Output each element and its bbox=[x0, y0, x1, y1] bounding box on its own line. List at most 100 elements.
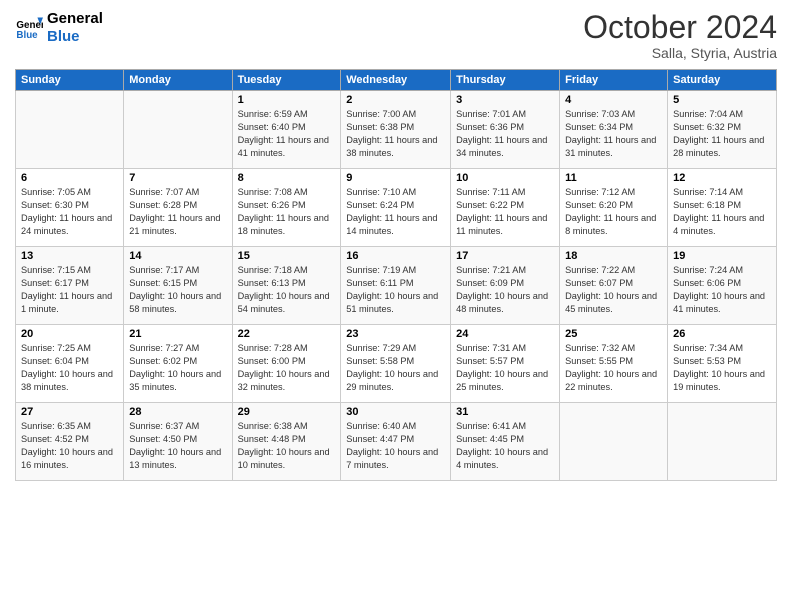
logo-blue: Blue bbox=[47, 28, 103, 46]
day-number: 16 bbox=[346, 250, 445, 262]
day-info: Sunrise: 7:19 AM Sunset: 6:11 PM Dayligh… bbox=[346, 264, 445, 316]
day-info: Sunrise: 7:28 AM Sunset: 6:00 PM Dayligh… bbox=[238, 342, 336, 394]
day-number: 12 bbox=[673, 172, 771, 184]
calendar-cell: 31Sunrise: 6:41 AM Sunset: 4:45 PM Dayli… bbox=[451, 403, 560, 481]
calendar-cell: 12 Sunrise: 7:14 AM Sunset: 6:18 PM Dayli… bbox=[668, 169, 777, 247]
day-number: 10 bbox=[456, 172, 554, 184]
day-number: 26 bbox=[673, 328, 771, 340]
day-number: 13 bbox=[21, 250, 118, 262]
day-info: Sunrise: 7:24 AM Sunset: 6:06 PM Dayligh… bbox=[673, 264, 771, 316]
day-number: 2 bbox=[346, 94, 445, 106]
calendar-cell: 21 Sunrise: 7:27 AM Sunset: 6:02 PM Dayli… bbox=[124, 325, 232, 403]
calendar-cell: 25 Sunrise: 7:32 AM Sunset: 5:55 PM Dayli… bbox=[560, 325, 668, 403]
day-info: Sunrise: 7:11 AM Sunset: 6:22 PM Dayligh… bbox=[456, 186, 554, 238]
calendar-cell bbox=[124, 91, 232, 169]
day-header-friday: Friday bbox=[560, 70, 668, 91]
day-header-tuesday: Tuesday bbox=[232, 70, 341, 91]
day-number: 15 bbox=[238, 250, 336, 262]
day-number: 28 bbox=[129, 406, 226, 418]
day-number: 31 bbox=[456, 406, 554, 418]
week-row-5: 27 Sunrise: 6:35 AM Sunset: 4:52 PM Dayli… bbox=[16, 403, 777, 481]
day-info: Sunrise: 7:25 AM Sunset: 6:04 PM Dayligh… bbox=[21, 342, 118, 394]
day-info: Sunrise: 7:31 AM Sunset: 5:57 PM Dayligh… bbox=[456, 342, 554, 394]
calendar-cell: 5 Sunrise: 7:04 AM Sunset: 6:32 PM Daylig… bbox=[668, 91, 777, 169]
day-header-sunday: Sunday bbox=[16, 70, 124, 91]
calendar-cell: 29Sunrise: 6:38 AM Sunset: 4:48 PM Dayli… bbox=[232, 403, 341, 481]
day-info: Sunrise: 7:10 AM Sunset: 6:24 PM Dayligh… bbox=[346, 186, 445, 238]
calendar-cell: 15 Sunrise: 7:18 AM Sunset: 6:13 PM Dayli… bbox=[232, 247, 341, 325]
day-number: 24 bbox=[456, 328, 554, 340]
day-number: 1 bbox=[238, 94, 336, 106]
calendar-cell: 14Sunrise: 7:17 AM Sunset: 6:15 PM Dayli… bbox=[124, 247, 232, 325]
calendar-cell: 10 Sunrise: 7:11 AM Sunset: 6:22 PM Dayli… bbox=[451, 169, 560, 247]
day-info: Sunrise: 7:34 AM Sunset: 5:53 PM Dayligh… bbox=[673, 342, 771, 394]
week-row-3: 13Sunrise: 7:15 AM Sunset: 6:17 PM Dayli… bbox=[16, 247, 777, 325]
day-info: Sunrise: 7:01 AM Sunset: 6:36 PM Dayligh… bbox=[456, 108, 554, 160]
day-info: Sunrise: 7:21 AM Sunset: 6:09 PM Dayligh… bbox=[456, 264, 554, 316]
calendar-cell: 19 Sunrise: 7:24 AM Sunset: 6:06 PM Dayli… bbox=[668, 247, 777, 325]
day-number: 19 bbox=[673, 250, 771, 262]
calendar-table: SundayMondayTuesdayWednesdayThursdayFrid… bbox=[15, 69, 777, 481]
day-info: Sunrise: 7:00 AM Sunset: 6:38 PM Dayligh… bbox=[346, 108, 445, 160]
header: General Blue General Blue October 2024 S… bbox=[15, 10, 777, 61]
day-header-saturday: Saturday bbox=[668, 70, 777, 91]
day-info: Sunrise: 7:18 AM Sunset: 6:13 PM Dayligh… bbox=[238, 264, 336, 316]
day-info: Sunrise: 7:22 AM Sunset: 6:07 PM Dayligh… bbox=[565, 264, 662, 316]
day-header-monday: Monday bbox=[124, 70, 232, 91]
day-number: 25 bbox=[565, 328, 662, 340]
location: Salla, Styria, Austria bbox=[583, 45, 777, 61]
title-block: October 2024 Salla, Styria, Austria bbox=[583, 10, 777, 61]
day-number: 9 bbox=[346, 172, 445, 184]
day-info: Sunrise: 7:04 AM Sunset: 6:32 PM Dayligh… bbox=[673, 108, 771, 160]
logo: General Blue General Blue bbox=[15, 10, 103, 46]
day-number: 8 bbox=[238, 172, 336, 184]
day-info: Sunrise: 7:17 AM Sunset: 6:15 PM Dayligh… bbox=[129, 264, 226, 316]
week-row-4: 20Sunrise: 7:25 AM Sunset: 6:04 PM Dayli… bbox=[16, 325, 777, 403]
day-number: 6 bbox=[21, 172, 118, 184]
day-info: Sunrise: 7:32 AM Sunset: 5:55 PM Dayligh… bbox=[565, 342, 662, 394]
day-header-thursday: Thursday bbox=[451, 70, 560, 91]
day-info: Sunrise: 6:40 AM Sunset: 4:47 PM Dayligh… bbox=[346, 420, 445, 472]
calendar-cell: 24 Sunrise: 7:31 AM Sunset: 5:57 PM Dayli… bbox=[451, 325, 560, 403]
week-row-1: 1 Sunrise: 6:59 AM Sunset: 6:40 PM Daylig… bbox=[16, 91, 777, 169]
calendar-cell: 9 Sunrise: 7:10 AM Sunset: 6:24 PM Daylig… bbox=[341, 169, 451, 247]
calendar-cell: 27 Sunrise: 6:35 AM Sunset: 4:52 PM Dayli… bbox=[16, 403, 124, 481]
day-number: 21 bbox=[129, 328, 226, 340]
day-info: Sunrise: 6:35 AM Sunset: 4:52 PM Dayligh… bbox=[21, 420, 118, 472]
day-number: 5 bbox=[673, 94, 771, 106]
calendar-cell: 13Sunrise: 7:15 AM Sunset: 6:17 PM Dayli… bbox=[16, 247, 124, 325]
day-info: Sunrise: 7:12 AM Sunset: 6:20 PM Dayligh… bbox=[565, 186, 662, 238]
calendar-cell: 26 Sunrise: 7:34 AM Sunset: 5:53 PM Dayli… bbox=[668, 325, 777, 403]
calendar-cell: 17Sunrise: 7:21 AM Sunset: 6:09 PM Dayli… bbox=[451, 247, 560, 325]
calendar-cell: 4 Sunrise: 7:03 AM Sunset: 6:34 PM Daylig… bbox=[560, 91, 668, 169]
day-info: Sunrise: 6:38 AM Sunset: 4:48 PM Dayligh… bbox=[238, 420, 336, 472]
calendar-cell: 7 Sunrise: 7:07 AM Sunset: 6:28 PM Daylig… bbox=[124, 169, 232, 247]
month-title: October 2024 bbox=[583, 10, 777, 45]
calendar-cell: 8 Sunrise: 7:08 AM Sunset: 6:26 PM Daylig… bbox=[232, 169, 341, 247]
day-number: 18 bbox=[565, 250, 662, 262]
day-number: 4 bbox=[565, 94, 662, 106]
day-number: 27 bbox=[21, 406, 118, 418]
day-header-wednesday: Wednesday bbox=[341, 70, 451, 91]
calendar-cell: 20Sunrise: 7:25 AM Sunset: 6:04 PM Dayli… bbox=[16, 325, 124, 403]
day-info: Sunrise: 7:27 AM Sunset: 6:02 PM Dayligh… bbox=[129, 342, 226, 394]
day-info: Sunrise: 7:14 AM Sunset: 6:18 PM Dayligh… bbox=[673, 186, 771, 238]
day-info: Sunrise: 7:07 AM Sunset: 6:28 PM Dayligh… bbox=[129, 186, 226, 238]
day-info: Sunrise: 7:08 AM Sunset: 6:26 PM Dayligh… bbox=[238, 186, 336, 238]
calendar-cell: 11 Sunrise: 7:12 AM Sunset: 6:20 PM Dayli… bbox=[560, 169, 668, 247]
calendar-cell: 22 Sunrise: 7:28 AM Sunset: 6:00 PM Dayli… bbox=[232, 325, 341, 403]
day-info: Sunrise: 6:59 AM Sunset: 6:40 PM Dayligh… bbox=[238, 108, 336, 160]
day-number: 7 bbox=[129, 172, 226, 184]
calendar-cell bbox=[668, 403, 777, 481]
days-header-row: SundayMondayTuesdayWednesdayThursdayFrid… bbox=[16, 70, 777, 91]
day-info: Sunrise: 7:05 AM Sunset: 6:30 PM Dayligh… bbox=[21, 186, 118, 238]
calendar-cell: 16 Sunrise: 7:19 AM Sunset: 6:11 PM Dayli… bbox=[341, 247, 451, 325]
day-number: 3 bbox=[456, 94, 554, 106]
day-number: 23 bbox=[346, 328, 445, 340]
day-info: Sunrise: 6:37 AM Sunset: 4:50 PM Dayligh… bbox=[129, 420, 226, 472]
day-number: 11 bbox=[565, 172, 662, 184]
calendar-cell: 1 Sunrise: 6:59 AM Sunset: 6:40 PM Daylig… bbox=[232, 91, 341, 169]
day-number: 22 bbox=[238, 328, 336, 340]
svg-text:Blue: Blue bbox=[16, 30, 38, 41]
day-info: Sunrise: 7:03 AM Sunset: 6:34 PM Dayligh… bbox=[565, 108, 662, 160]
